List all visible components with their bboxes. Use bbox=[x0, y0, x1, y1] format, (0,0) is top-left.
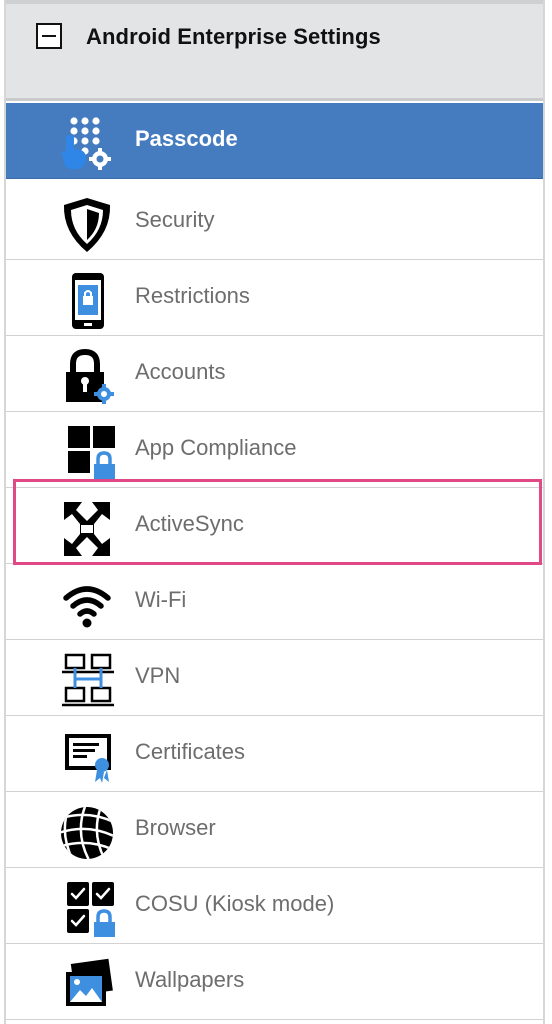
menu-item-label: ActiveSync bbox=[135, 511, 244, 536]
passcode-icon bbox=[56, 115, 118, 173]
menu-item-label: Wi-Fi bbox=[135, 587, 187, 612]
network-icon bbox=[56, 652, 118, 710]
settings-panel: Android Enterprise Settings Passcode Sec… bbox=[4, 0, 545, 1024]
section-header: Android Enterprise Settings bbox=[6, 0, 543, 101]
lock-gear-icon bbox=[56, 348, 118, 406]
menu-item-label: Certificates bbox=[135, 739, 246, 764]
menu-item-restrictions[interactable]: Restrictions bbox=[6, 260, 543, 336]
menu-item-accounts[interactable]: Accounts bbox=[6, 336, 543, 412]
kiosk-icon bbox=[56, 880, 118, 938]
menu-item-security[interactable]: Security bbox=[6, 184, 543, 260]
menu-item-certificates[interactable]: Certificates bbox=[6, 716, 543, 792]
menu-item-app-compliance[interactable]: App Compliance bbox=[6, 412, 543, 488]
menu-item-label: COSU (Kiosk mode) bbox=[135, 891, 335, 916]
menu-item-vpn[interactable]: VPN bbox=[6, 640, 543, 716]
menu-item-wallpapers[interactable]: Wallpapers bbox=[6, 944, 543, 1020]
menu-item-cosu[interactable]: COSU (Kiosk mode) bbox=[6, 868, 543, 944]
menu-item-label: VPN bbox=[135, 663, 181, 688]
phone-lock-icon bbox=[56, 272, 118, 330]
apps-lock-icon bbox=[56, 424, 118, 482]
exchange-icon bbox=[56, 500, 118, 558]
menu-item-activesync[interactable]: ActiveSync bbox=[6, 488, 543, 564]
image-icon bbox=[56, 956, 118, 1014]
menu-item-label: Browser bbox=[135, 815, 216, 840]
menu-item-label: Restrictions bbox=[135, 283, 250, 308]
menu-item-label: Passcode bbox=[135, 126, 238, 151]
menu-item-label: Accounts bbox=[135, 359, 226, 384]
menu-item-label: Security bbox=[135, 207, 215, 232]
menu-item-wifi[interactable]: Wi-Fi bbox=[6, 564, 543, 640]
certificate-icon bbox=[56, 728, 118, 786]
menu-item-passcode[interactable]: Passcode bbox=[6, 103, 543, 179]
menu-item-label: App Compliance bbox=[135, 435, 297, 460]
globe-icon bbox=[56, 804, 118, 862]
collapse-button[interactable] bbox=[36, 23, 62, 49]
shield-icon bbox=[56, 196, 118, 254]
wifi-icon bbox=[56, 576, 118, 634]
menu-item-browser[interactable]: Browser bbox=[6, 792, 543, 868]
menu-item-label: Wallpapers bbox=[135, 967, 245, 992]
section-title: Android Enterprise Settings bbox=[86, 24, 381, 49]
